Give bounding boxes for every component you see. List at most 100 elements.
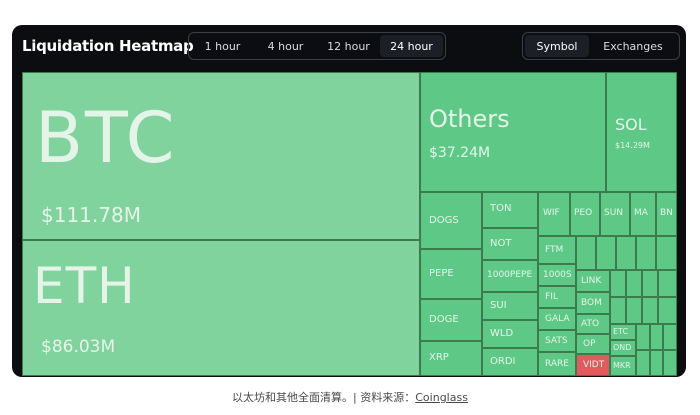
view-mode-selector: Symbol Exchanges xyxy=(522,32,680,60)
tile-mat[interactable]: MA xyxy=(630,192,656,236)
tile-unlabeled[interactable] xyxy=(610,270,626,297)
tile-unlabeled[interactable] xyxy=(626,270,642,297)
tile-value: $86.03M xyxy=(41,337,116,357)
tile-eth[interactable]: ETH $86.03M xyxy=(22,240,420,376)
tile-ato[interactable]: ATO xyxy=(576,314,610,334)
tile-ordi[interactable]: ORDI xyxy=(482,348,538,376)
tile-rare[interactable]: RARE xyxy=(538,352,576,376)
tile-unlabeled[interactable] xyxy=(636,324,650,350)
tile-op[interactable]: OP xyxy=(576,334,610,354)
tile-unlabeled[interactable] xyxy=(642,297,658,324)
tile-symbol: WIF xyxy=(543,208,560,218)
tile-dogs[interactable]: DOGS xyxy=(420,192,482,249)
tile-symbol: BTC xyxy=(35,97,177,179)
tile-symbol: MA xyxy=(634,208,648,218)
source-link[interactable]: Coinglass xyxy=(415,391,468,404)
view-option-exchanges[interactable]: Exchanges xyxy=(589,35,677,57)
tile-mkr[interactable]: MKR xyxy=(610,356,636,376)
tile-unlabeled[interactable] xyxy=(650,350,663,376)
tile-symbol: LINK xyxy=(581,276,602,286)
tile-symbol: ORDI xyxy=(490,356,516,367)
tile-symbol: BOM xyxy=(581,298,602,308)
tile-etc[interactable]: ETC xyxy=(610,324,636,340)
tile-symbol: GALA xyxy=(545,314,570,324)
tile-ton[interactable]: TON xyxy=(482,192,538,228)
tile-unlabeled[interactable] xyxy=(650,324,663,350)
tile-wld[interactable]: WLD xyxy=(482,320,538,348)
tile-symbol: OP xyxy=(583,339,596,349)
time-option-1h[interactable]: 1 hour xyxy=(191,35,254,57)
tile-gala[interactable]: GALA xyxy=(538,308,576,330)
time-option-24h[interactable]: 24 hour xyxy=(380,35,443,57)
tile-symbol: DOGS xyxy=(429,215,459,226)
tile-symbol: TON xyxy=(490,203,512,214)
tile-symbol: PEPE xyxy=(429,268,454,279)
tile-unlabeled[interactable] xyxy=(663,350,677,376)
tile-unlabeled[interactable] xyxy=(616,236,636,270)
tile-ftm[interactable]: FTM xyxy=(538,236,576,264)
tile-unlabeled[interactable] xyxy=(596,236,616,270)
tile-pepe[interactable]: PEPE xyxy=(420,249,482,299)
tile-symbol: ATO xyxy=(581,319,600,329)
tile-unlabeled[interactable] xyxy=(642,270,658,297)
tile-symbol: Others xyxy=(429,105,510,133)
view-option-symbol[interactable]: Symbol xyxy=(525,35,589,57)
tile-symbol: NOT xyxy=(490,238,512,249)
tile-link[interactable]: LINK xyxy=(576,270,610,292)
tile-symbol: 1000PEPE xyxy=(487,270,533,280)
heatmap-treemap: BTC $111.78M ETH $86.03M Others $37.24M … xyxy=(12,71,686,377)
tile-sats[interactable]: SATS xyxy=(538,330,576,352)
tile-value: $111.78M xyxy=(41,203,141,227)
tile-unlabeled[interactable] xyxy=(636,236,656,270)
tile-symbol: SOL xyxy=(615,115,647,134)
tile-bom[interactable]: BOM xyxy=(576,292,610,314)
tile-value: $14.29M xyxy=(615,141,650,150)
tile-symbol: VIDT xyxy=(583,360,605,370)
tile-unlabeled[interactable] xyxy=(626,297,642,324)
time-range-selector: 1 hour 4 hour 12 hour 24 hour xyxy=(188,32,446,60)
liquidation-heatmap-card: Liquidation Heatmap 1 hour 4 hour 12 hou… xyxy=(12,25,686,377)
tile-bnb[interactable]: BN xyxy=(656,192,677,236)
tile-ond[interactable]: OND xyxy=(610,340,636,356)
tile-xrp[interactable]: XRP xyxy=(420,341,482,376)
tile-value: $37.24M xyxy=(429,145,491,161)
tile-1000pepe[interactable]: 1000PEPE xyxy=(482,260,538,292)
tile-symbol: RARE xyxy=(545,359,569,369)
time-option-12h[interactable]: 12 hour xyxy=(317,35,380,57)
tile-symbol: ETH xyxy=(33,257,136,315)
tile-symbol: MKR xyxy=(613,361,631,370)
tile-fil[interactable]: FIL xyxy=(538,286,576,308)
tile-sol[interactable]: SOL $14.29M xyxy=(606,72,677,192)
tile-wif[interactable]: WIF xyxy=(538,192,570,236)
tile-symbol: BN xyxy=(660,208,673,218)
tile-symbol: XRP xyxy=(429,352,449,363)
tile-symbol: SUN xyxy=(604,208,624,218)
tile-unlabeled[interactable] xyxy=(636,350,650,376)
tile-doge[interactable]: DOGE xyxy=(420,299,482,341)
tile-unlabeled[interactable] xyxy=(610,297,626,324)
tile-symbol: ETC xyxy=(613,327,629,336)
tile-symbol: WLD xyxy=(490,328,514,339)
tile-peo[interactable]: PEO xyxy=(570,192,600,236)
caption-text: 以太坊和其他全面清算。| 资料来源： xyxy=(232,391,416,404)
source-caption: 以太坊和其他全面清算。| 资料来源：Coinglass xyxy=(0,389,700,405)
tile-btc[interactable]: BTC $111.78M xyxy=(22,72,420,240)
tile-not[interactable]: NOT xyxy=(482,228,538,260)
tile-symbol: PEO xyxy=(574,208,593,218)
tile-unlabeled[interactable] xyxy=(576,236,596,270)
tile-sui[interactable]: SUI xyxy=(482,292,538,320)
time-option-4h[interactable]: 4 hour xyxy=(254,35,317,57)
tile-symbol: SUI xyxy=(490,300,507,311)
tile-sun[interactable]: SUN xyxy=(600,192,630,236)
tile-symbol: FTM xyxy=(545,245,564,255)
heatmap-header: Liquidation Heatmap 1 hour 4 hour 12 hou… xyxy=(12,25,686,71)
tile-unlabeled[interactable] xyxy=(658,270,677,297)
tile-symbol: 1000S xyxy=(543,270,572,280)
tile-unlabeled[interactable] xyxy=(658,297,677,324)
tile-1000sats[interactable]: 1000S xyxy=(538,264,576,286)
tile-symbol: SATS xyxy=(545,336,568,346)
tile-unlabeled[interactable] xyxy=(656,236,677,270)
tile-vidt[interactable]: VIDT xyxy=(576,354,610,376)
tile-unlabeled[interactable] xyxy=(663,324,677,350)
tile-others[interactable]: Others $37.24M xyxy=(420,72,606,192)
